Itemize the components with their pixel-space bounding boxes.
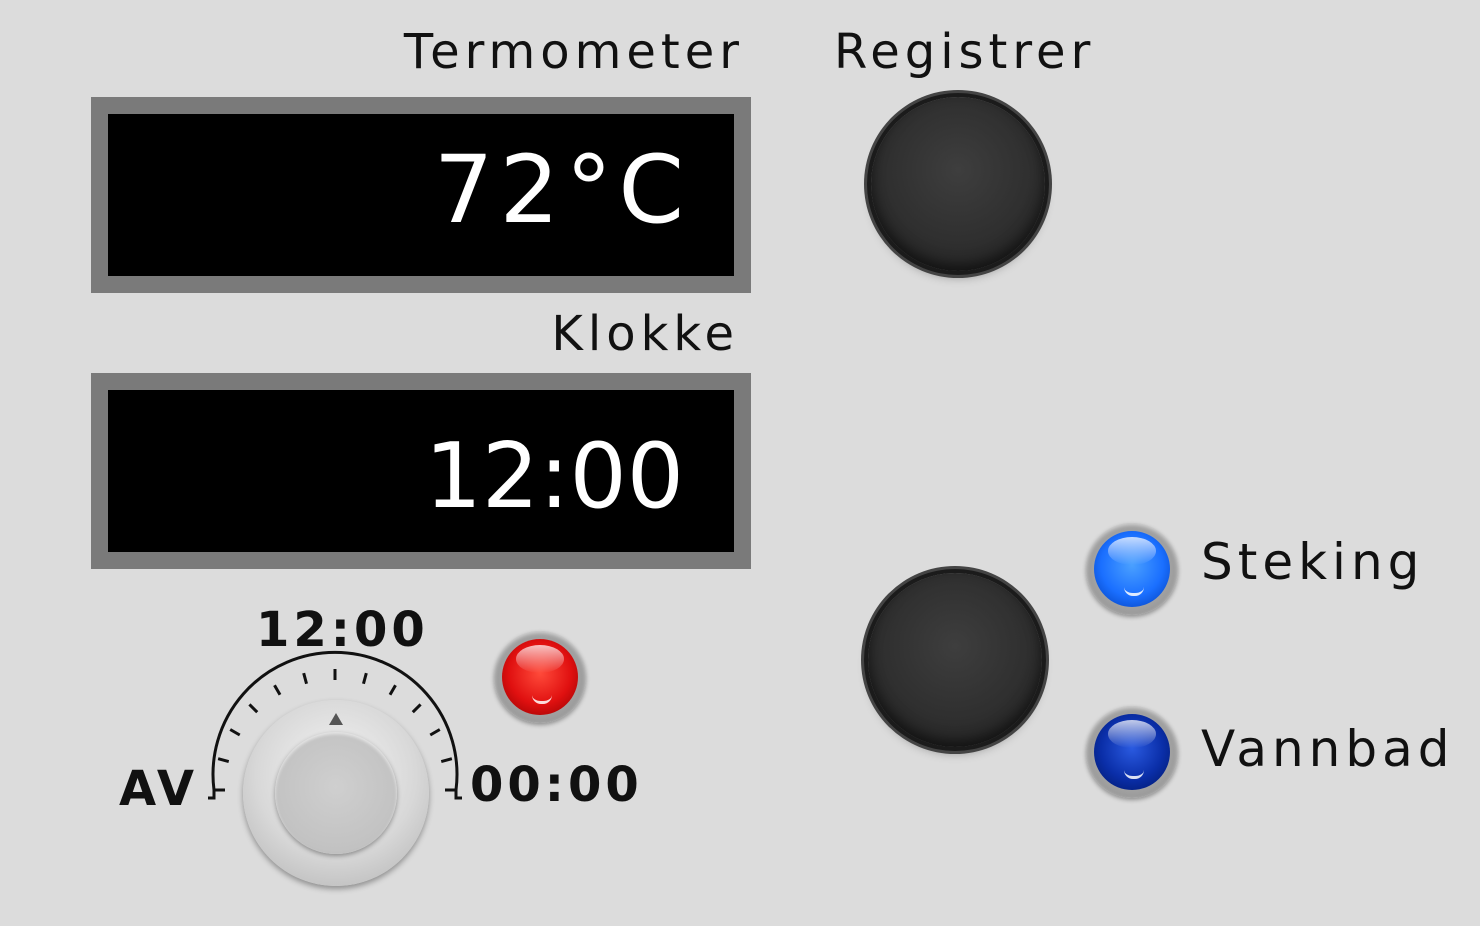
timer-knob[interactable] xyxy=(243,700,429,886)
thermometer-value: 72°C xyxy=(433,136,690,245)
timer-indicator-led xyxy=(494,631,586,723)
dial-tick xyxy=(388,684,397,696)
thermometer-screen: 72°C xyxy=(108,114,734,276)
dial-tick xyxy=(273,684,282,696)
clock-display: 12:00 xyxy=(91,373,751,569)
register-button[interactable] xyxy=(871,97,1045,271)
dial-scale-end-left xyxy=(208,790,216,800)
vannbad-label: Vannbad xyxy=(1201,720,1455,778)
dial-tick xyxy=(411,703,422,714)
triangle-up-icon xyxy=(329,713,343,725)
timer-knob-cap xyxy=(275,732,397,854)
steking-label: Steking xyxy=(1201,533,1425,591)
steking-indicator-led xyxy=(1086,523,1178,615)
dial-tick xyxy=(248,703,259,714)
dial-min-label: 00:00 xyxy=(470,757,643,813)
clock-value: 12:00 xyxy=(424,424,684,529)
dial-tick xyxy=(229,728,241,737)
dial-tick xyxy=(362,672,368,685)
clock-label: Klokke xyxy=(551,306,739,362)
dial-scale-end-right xyxy=(454,790,462,800)
vannbad-indicator-led xyxy=(1086,706,1178,798)
dial-tick xyxy=(217,757,230,763)
timer-led-core xyxy=(502,639,578,715)
dial-tick xyxy=(429,728,441,737)
mode-button[interactable] xyxy=(868,573,1042,747)
dial-off-label: AV xyxy=(119,761,199,817)
dial-tick xyxy=(440,757,453,763)
thermometer-display: 72°C xyxy=(91,97,751,293)
thermometer-label: Termometer xyxy=(403,24,744,80)
steking-led-core xyxy=(1094,531,1170,607)
clock-screen: 12:00 xyxy=(108,390,734,552)
vannbad-led-core xyxy=(1094,714,1170,790)
register-label: Registrer xyxy=(834,24,1096,80)
dial-tick xyxy=(302,672,308,685)
